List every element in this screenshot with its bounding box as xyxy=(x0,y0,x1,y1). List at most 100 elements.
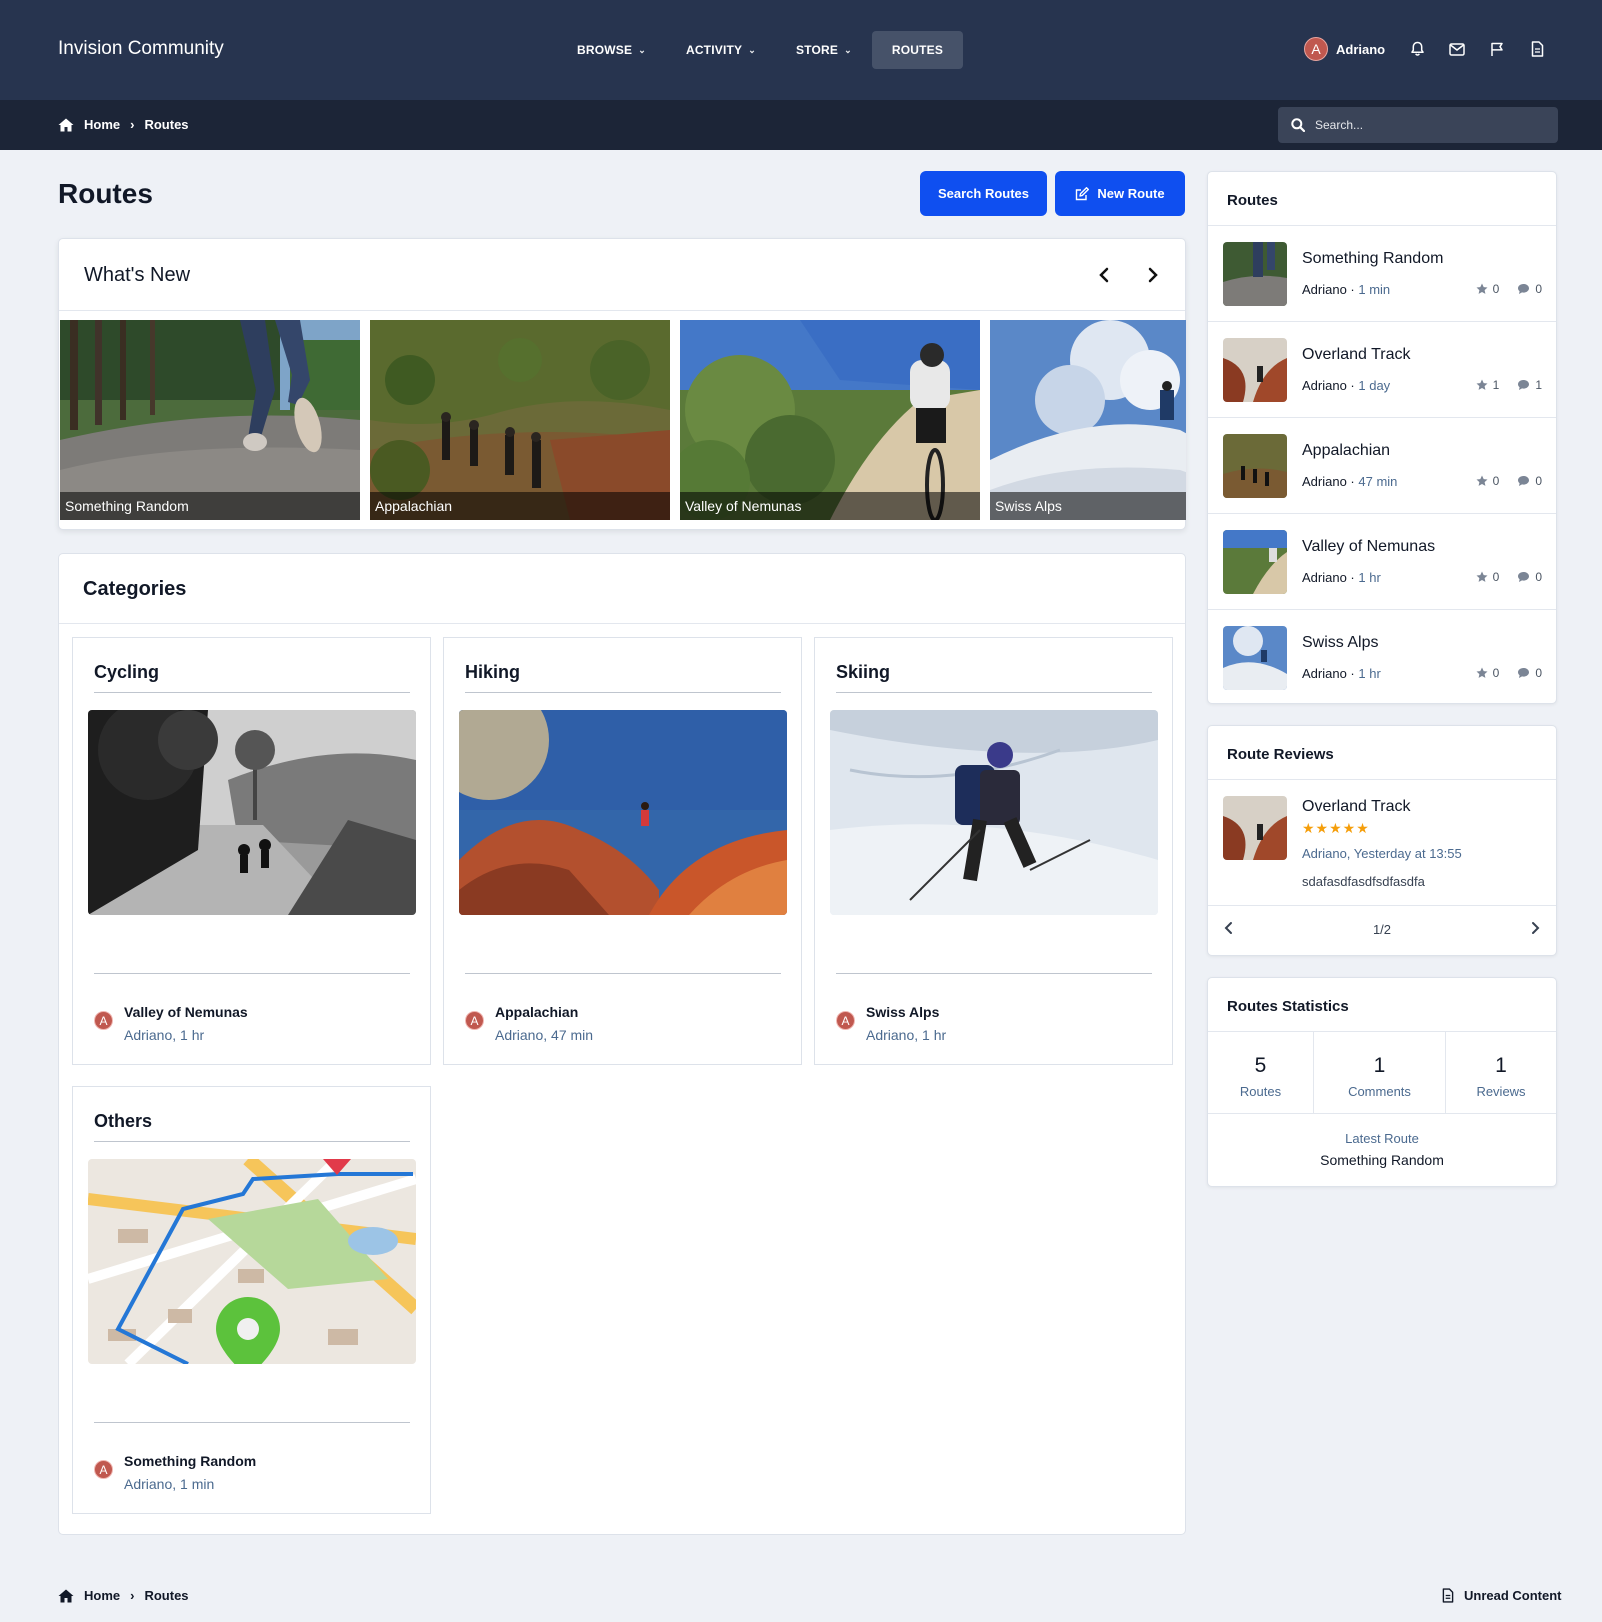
breadcrumb-home[interactable]: Home xyxy=(84,117,120,132)
latest-route-title[interactable]: Appalachian xyxy=(495,1004,593,1020)
category-image[interactable] xyxy=(459,710,787,915)
category-card-skiing[interactable]: Skiing A Swiss Alps Adriano, 1 hr xyxy=(814,637,1173,1065)
latest-route-meta: Adriano, 1 hr xyxy=(866,1027,947,1043)
nav-browse[interactable]: BROWSE ⌄ xyxy=(557,31,666,69)
route-author[interactable]: Adriano xyxy=(1302,378,1347,393)
category-name[interactable]: Cycling xyxy=(94,662,159,683)
breadcrumb-current[interactable]: Routes xyxy=(144,1588,188,1603)
nav-routes[interactable]: ROUTES xyxy=(871,31,964,69)
route-title[interactable]: Overland Track xyxy=(1302,346,1410,364)
search-box[interactable] xyxy=(1278,107,1558,143)
carousel-prev-button[interactable] xyxy=(1092,263,1116,287)
avatar[interactable]: A xyxy=(836,1011,855,1030)
search-input[interactable] xyxy=(1315,118,1535,132)
latest-route-label: Latest Route xyxy=(1345,1131,1419,1146)
category-card-cycling[interactable]: Cycling A Valley of Nemunas Adriano, 1 h… xyxy=(72,637,431,1065)
route-stats: 0 0 xyxy=(1476,570,1542,584)
home-icon xyxy=(58,118,74,131)
site-brand[interactable]: Invision Community xyxy=(58,38,224,60)
stat-value: 1 xyxy=(1373,1054,1386,1077)
carousel-slide[interactable]: Swiss Alps xyxy=(990,320,1186,520)
review-meta: Adriano, Yesterday at 13:55 xyxy=(1302,846,1462,861)
divider xyxy=(465,973,781,974)
route-list-item[interactable]: Valley of Nemunas Adriano · 1 hr 0 0 xyxy=(1208,514,1556,610)
review-item[interactable]: Overland Track ★★★★★ Adriano, Yesterday … xyxy=(1208,780,1556,906)
carousel-next-button[interactable] xyxy=(1141,263,1165,287)
carousel-slide[interactable]: Something Random xyxy=(60,320,360,520)
route-list-item[interactable]: Appalachian Adriano · 47 min 0 0 xyxy=(1208,418,1556,514)
nav-store[interactable]: STORE ⌄ xyxy=(776,31,872,69)
category-image[interactable] xyxy=(830,710,1158,915)
nav-activity[interactable]: ACTIVITY ⌄ xyxy=(666,31,776,69)
alps-photo xyxy=(990,320,1186,520)
breadcrumb-current[interactable]: Routes xyxy=(144,117,188,132)
review-route-title[interactable]: Overland Track xyxy=(1302,798,1410,816)
stat-comments: 1 Comments xyxy=(1314,1032,1446,1114)
stat-label: Reviews xyxy=(1476,1084,1526,1099)
avatar[interactable]: A xyxy=(94,1460,113,1479)
route-author[interactable]: Adriano xyxy=(1302,666,1347,681)
route-thumbnail[interactable] xyxy=(1223,242,1287,306)
category-card-hiking[interactable]: Hiking A Appalachian Adriano, 47 min xyxy=(443,637,802,1065)
route-meta: Adriano · 1 min xyxy=(1302,282,1391,297)
route-list-item[interactable]: Something Random Adriano · 1 min 0 0 xyxy=(1208,226,1556,322)
stat-routes: 5 Routes xyxy=(1208,1032,1314,1114)
chevron-right-icon xyxy=(1148,267,1158,283)
search-routes-button[interactable]: Search Routes xyxy=(920,171,1047,216)
carousel-slide[interactable]: Valley of Nemunas xyxy=(680,320,980,520)
divider xyxy=(836,973,1152,974)
route-ago: 1 hr xyxy=(1358,570,1381,585)
route-author[interactable]: Adriano xyxy=(1302,474,1347,489)
edit-icon xyxy=(1076,186,1090,200)
category-card-others[interactable]: Others A Something Random Adriano, 1 min xyxy=(72,1086,431,1514)
bell-icon[interactable] xyxy=(1408,40,1426,58)
stat-label: Comments xyxy=(1348,1084,1411,1099)
avatar[interactable]: A xyxy=(94,1011,113,1030)
home-icon xyxy=(58,1589,74,1602)
latest-route-title[interactable]: Swiss Alps xyxy=(866,1004,946,1020)
category-image[interactable] xyxy=(88,710,416,915)
envelope-icon[interactable] xyxy=(1448,40,1466,58)
widget-title: Routes Statistics xyxy=(1208,978,1556,1032)
footer-breadcrumb: Home › Routes xyxy=(58,1588,189,1603)
slide-caption: Swiss Alps xyxy=(990,492,1186,520)
category-image[interactable] xyxy=(88,1159,416,1364)
unread-content-link[interactable]: Unread Content xyxy=(1442,1588,1562,1603)
review-next-button[interactable] xyxy=(1530,921,1540,940)
divider xyxy=(94,1141,410,1142)
new-route-button[interactable]: New Route xyxy=(1055,171,1185,216)
category-latest-route: A Appalachian Adriano, 47 min xyxy=(465,1004,593,1043)
document-icon[interactable] xyxy=(1528,40,1546,58)
route-list-item[interactable]: Overland Track Adriano · 1 day 1 1 xyxy=(1208,322,1556,418)
route-title[interactable]: Something Random xyxy=(1302,250,1443,268)
route-thumbnail[interactable] xyxy=(1223,530,1287,594)
comment-icon xyxy=(1518,476,1530,486)
route-thumbnail[interactable] xyxy=(1223,338,1287,402)
chevron-down-icon: ⌄ xyxy=(844,44,852,55)
latest-route-title[interactable]: Something Random xyxy=(124,1453,256,1469)
breadcrumb-home[interactable]: Home xyxy=(84,1588,120,1603)
nav-browse-label: BROWSE xyxy=(577,43,633,57)
category-name[interactable]: Others xyxy=(94,1111,152,1132)
latest-route-meta: Adriano, 47 min xyxy=(495,1027,594,1043)
route-title[interactable]: Appalachian xyxy=(1302,442,1390,460)
user-menu[interactable]: A Adriano xyxy=(1304,37,1385,61)
flag-icon[interactable] xyxy=(1488,40,1506,58)
latest-route-title[interactable]: Valley of Nemunas xyxy=(124,1004,248,1020)
carousel-slide[interactable]: Appalachian xyxy=(370,320,670,520)
route-title[interactable]: Valley of Nemunas xyxy=(1302,538,1435,556)
avatar[interactable]: A xyxy=(465,1011,484,1030)
route-list-item[interactable]: Swiss Alps Adriano · 1 hr 0 0 xyxy=(1208,610,1556,706)
review-text: sdafasdfasdfsdfasdfa xyxy=(1302,874,1425,889)
breadcrumb: Home › Routes xyxy=(58,117,189,132)
route-thumbnail[interactable] xyxy=(1223,434,1287,498)
latest-route-link[interactable]: Something Random xyxy=(1208,1152,1556,1168)
chevron-down-icon: ⌄ xyxy=(638,44,646,55)
category-name[interactable]: Hiking xyxy=(465,662,520,683)
category-name[interactable]: Skiing xyxy=(836,662,890,683)
review-thumbnail[interactable] xyxy=(1223,796,1287,860)
route-thumbnail[interactable] xyxy=(1223,626,1287,690)
route-title[interactable]: Swiss Alps xyxy=(1302,634,1378,652)
route-author[interactable]: Adriano xyxy=(1302,570,1347,585)
route-author[interactable]: Adriano xyxy=(1302,282,1347,297)
